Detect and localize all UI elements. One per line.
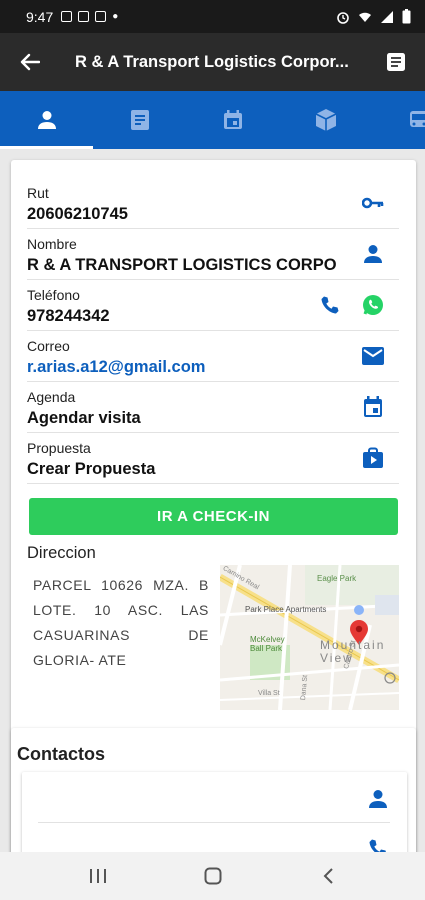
person-icon (37, 111, 56, 129)
chevron-left-icon (323, 868, 333, 884)
bus-icon (409, 111, 425, 127)
nombre-label: Nombre (27, 236, 77, 252)
gmail-notification-icon (95, 11, 107, 22)
person-icon (360, 241, 386, 267)
recents-button[interactable] (78, 856, 118, 896)
phone-icon (321, 296, 339, 314)
map-label-mckelvey: McKelvey Ball Park (250, 635, 285, 653)
contact-name-row (38, 772, 390, 823)
signal-icon (381, 10, 393, 23)
field-telefono: Teléfono 978244342 (27, 280, 399, 331)
status-bar: 9:47 ● (0, 0, 425, 33)
page-title: R & A Transport Logistics Corpor... (75, 52, 349, 71)
map-label-eagle-park: Eagle Park (317, 574, 357, 583)
home-button[interactable] (193, 856, 233, 896)
content-scroll[interactable]: Rut 20606210745 Nombre R & A TRANSPORT L… (0, 149, 425, 852)
status-time: 9:47 (26, 8, 54, 25)
checkin-button[interactable]: IR A CHECK-IN (29, 498, 398, 535)
field-nombre: Nombre R & A TRANSPORT LOGISTICS CORPO (27, 229, 399, 280)
phone-icon[interactable] (365, 835, 391, 852)
schedule-button[interactable] (360, 394, 386, 420)
contactos-title: Contactos (17, 744, 106, 764)
address-text: PARCEL 10626 MZA. B LOTE. 10 ASC. LAS CA… (33, 577, 209, 668)
rut-value: 20606210745 (27, 205, 128, 223)
field-rut: Rut 20606210745 (27, 178, 399, 229)
shop-icon (363, 447, 383, 468)
tab-documents[interactable] (93, 91, 186, 149)
monitor-notification-icon (78, 11, 90, 22)
field-propuesta[interactable]: Propuesta Crear Propuesta (27, 433, 399, 484)
field-agenda[interactable]: Agenda Agendar visita (27, 382, 399, 433)
notes-button[interactable] (367, 33, 425, 91)
app-bar: R & A Transport Logistics Corpor... (0, 33, 425, 91)
call-button[interactable] (317, 292, 343, 318)
alarm-icon (337, 11, 349, 24)
tab-client-info[interactable] (0, 91, 93, 149)
contactos-card: Contactos (11, 728, 416, 852)
tab-products[interactable] (279, 91, 372, 149)
person-icon (365, 786, 391, 812)
direccion-title: Direccion (27, 544, 96, 562)
map-label-villa-st: Villa St (258, 690, 280, 697)
tab-calendar[interactable] (186, 91, 279, 149)
back-button[interactable] (0, 33, 60, 91)
agenda-value[interactable]: Agendar visita (27, 409, 141, 428)
map-preview[interactable]: Eagle Park Park Place Apartments McKelve… (220, 565, 399, 710)
field-correo: Correo r.arias.a12@gmail.com (27, 331, 399, 382)
wifi-icon (359, 12, 371, 22)
contact-item (22, 772, 407, 852)
whatsapp-icon (363, 295, 383, 315)
tab-bar (0, 91, 425, 149)
battery-icon (402, 9, 411, 24)
agenda-label: Agenda (27, 389, 76, 405)
mail-icon (362, 347, 384, 365)
dot-icon: ● (112, 11, 119, 22)
image-notification-icon (61, 11, 73, 22)
email-link[interactable]: r.arias.a12@gmail.com (27, 358, 205, 377)
proposal-button[interactable] (360, 445, 386, 471)
rut-label: Rut (27, 185, 49, 201)
telefono-value: 978244342 (27, 307, 110, 325)
map-label-mountain-view: Mountain View (320, 638, 386, 665)
notification-icons: ● (61, 11, 118, 22)
key-icon (360, 190, 386, 216)
nombre-value: R & A TRANSPORT LOGISTICS CORPO (27, 256, 337, 274)
propuesta-value[interactable]: Crear Propuesta (27, 460, 155, 479)
system-nav-bar (0, 852, 425, 900)
email-button[interactable] (360, 343, 386, 369)
telefono-label: Teléfono (27, 287, 80, 303)
home-icon (204, 867, 221, 885)
back-nav-button[interactable] (308, 856, 348, 896)
tab-transport[interactable] (372, 91, 425, 149)
whatsapp-button[interactable] (360, 292, 386, 318)
arrow-left-icon (20, 53, 40, 71)
propuesta-label: Propuesta (27, 440, 91, 456)
package-icon (315, 109, 336, 131)
contact-phone-row (38, 823, 390, 852)
map-label-park-place: Park Place Apartments (245, 605, 327, 614)
notes-icon (387, 53, 405, 71)
correo-label: Correo (27, 338, 70, 354)
document-icon (130, 110, 149, 130)
calendar-icon (223, 110, 242, 129)
recents-icon (89, 869, 106, 883)
calendar-icon (364, 396, 382, 417)
system-icons (336, 9, 411, 24)
